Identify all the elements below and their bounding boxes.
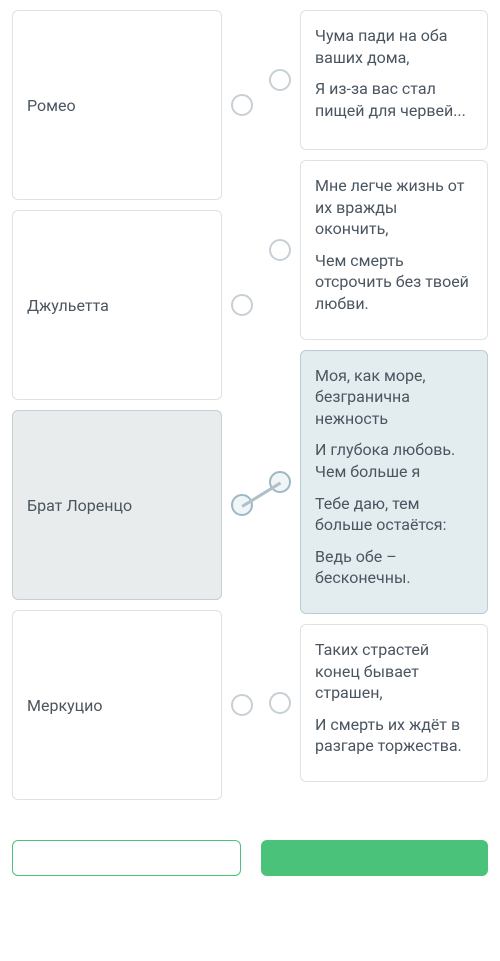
connection-dot-left[interactable] — [231, 694, 253, 716]
left-card-3[interactable]: Меркуцио — [12, 610, 222, 800]
quote-line: Чем смерть отсрочить без твоей любви. — [315, 250, 473, 315]
quote-line: Моя, как море, безгранична нежность — [315, 365, 473, 430]
right-card-0[interactable]: Чума пади на оба ваших дома, Я из-за вас … — [300, 10, 488, 150]
quote-line: И глубока любовь. Чем больше я — [315, 439, 473, 482]
left-card-0[interactable]: Ромео — [12, 10, 222, 200]
right-card-3[interactable]: Таких страстей конец бывает страшен, И см… — [300, 624, 488, 782]
connection-dot-right[interactable] — [269, 239, 291, 261]
quote-line: Чума пади на оба ваших дома, — [315, 25, 473, 68]
quote-line: И смерть их ждёт в разгаре торжества. — [315, 714, 473, 757]
matching-exercise: Ромео Джульетта Брат Лоренцо Меркуцио Чума … — [0, 0, 500, 820]
connection-dot-right[interactable] — [269, 471, 291, 493]
quote-line: Таких страстей конец бывает страшен, — [315, 639, 473, 704]
action-buttons — [0, 820, 500, 876]
connection-dot-right[interactable] — [269, 69, 291, 91]
left-card-label: Джульетта — [27, 296, 109, 315]
left-card-1[interactable]: Джульетта — [12, 210, 222, 400]
right-card-2[interactable]: Моя, как море, безгранична нежность И глу… — [300, 350, 488, 614]
right-card-1[interactable]: Мне легче жизнь от их вражды окончить, Че… — [300, 160, 488, 340]
secondary-button[interactable] — [12, 840, 241, 876]
connection-dot-left[interactable] — [231, 294, 253, 316]
left-card-label: Ромео — [27, 96, 76, 115]
connection-dot-right[interactable] — [269, 692, 291, 714]
primary-button[interactable] — [261, 840, 488, 876]
quote-line: Мне легче жизнь от их вражды окончить, — [315, 175, 473, 240]
quote-line: Ведь обе – бесконечны. — [315, 546, 473, 589]
left-card-2[interactable]: Брат Лоренцо — [12, 410, 222, 600]
quote-line: Тебе даю, тем больше остаётся: — [315, 493, 473, 536]
connection-dot-left[interactable] — [231, 94, 253, 116]
quote-line: Я из-за вас стал пищей для червей... — [315, 78, 473, 121]
left-card-label: Брат Лоренцо — [27, 496, 132, 515]
left-card-label: Меркуцио — [27, 696, 103, 715]
